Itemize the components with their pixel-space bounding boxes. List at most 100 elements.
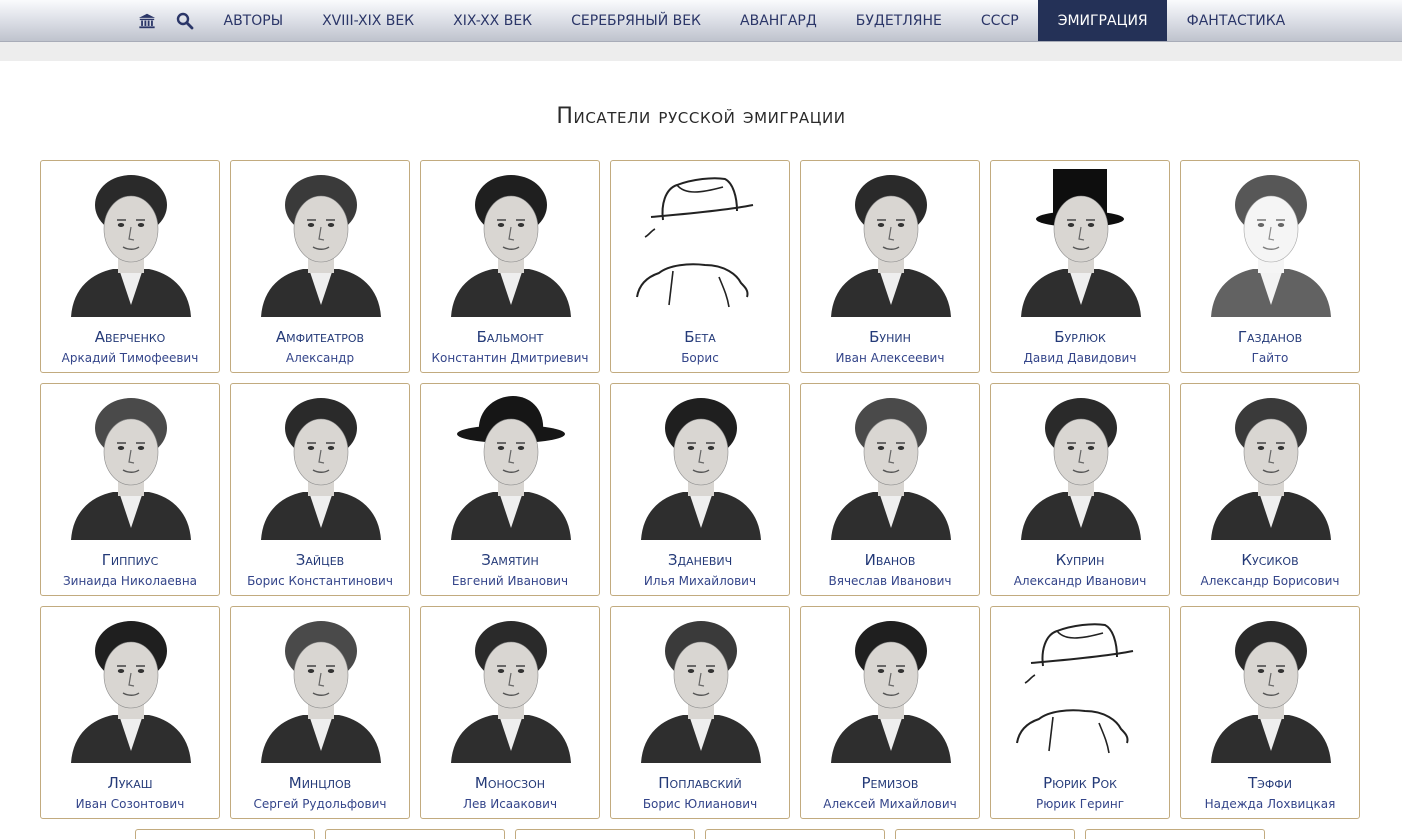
writer-portrait[interactable] [1203,611,1339,763]
writer-portrait[interactable] [1013,388,1149,540]
writer-firstname-link[interactable]: Евгений Иванович [421,574,599,588]
writer-card[interactable]: Тэффи Надежда Лохвицкая [1180,606,1360,819]
writer-surname-link[interactable]: Амфитеатров [231,328,409,346]
writer-portrait[interactable] [443,611,579,763]
writer-portrait[interactable] [253,165,389,317]
nav-item[interactable]: ЭМИГРАЦИЯ [1038,0,1168,41]
nav-item[interactable]: АВТОРЫ [204,0,303,41]
writer-surname-link[interactable]: Бунин [801,328,979,346]
card-partial[interactable] [895,829,1075,839]
writer-surname-link[interactable]: Моносзон [421,774,599,792]
search-icon[interactable] [166,0,204,41]
writer-portrait[interactable] [633,611,769,763]
writer-firstname-link[interactable]: Давид Давидович [991,351,1169,365]
writer-card[interactable]: Газданов Гайто [1180,160,1360,373]
writer-card[interactable]: Кусиков Александр Борисович [1180,383,1360,596]
card-partial[interactable] [325,829,505,839]
writer-surname-link[interactable]: Кусиков [1181,551,1359,569]
writer-card[interactable]: Ремизов Алексей Михайлович [800,606,980,819]
nav-item[interactable]: СССР [961,0,1038,41]
writer-firstname-link[interactable]: Александр [231,351,409,365]
writer-firstname-link[interactable]: Борис Юлианович [611,797,789,811]
card-partial[interactable] [1085,829,1265,839]
writer-surname-link[interactable]: Зайцев [231,551,409,569]
writer-portrait[interactable] [253,611,389,763]
writer-firstname-link[interactable]: Зинаида Николаевна [41,574,219,588]
writer-firstname-link[interactable]: Гайто [1181,351,1359,365]
writer-card[interactable]: Рюрик Рок Рюрик Геринг [990,606,1170,819]
card-partial[interactable] [515,829,695,839]
writer-card[interactable]: Бурлюк Давид Давидович [990,160,1170,373]
writer-card[interactable]: Куприн Александр Иванович [990,383,1170,596]
writer-firstname-link[interactable]: Аркадий Тимофеевич [41,351,219,365]
writer-firstname-link[interactable]: Рюрик Геринг [991,797,1169,811]
writer-portrait[interactable] [253,388,389,540]
writer-surname-link[interactable]: Гиппиус [41,551,219,569]
writer-card[interactable]: Бета Борис [610,160,790,373]
writer-portrait[interactable] [443,388,579,540]
nav-item[interactable]: XVIII-XIX ВЕК [303,0,434,41]
writer-portrait[interactable] [1203,388,1339,540]
writer-card[interactable]: Гиппиус Зинаида Николаевна [40,383,220,596]
writer-card[interactable]: Иванов Вячеслав Иванович [800,383,980,596]
nav-item[interactable]: БУДЕТЛЯНЕ [836,0,961,41]
writer-card[interactable]: Лукаш Иван Созонтович [40,606,220,819]
writer-portrait[interactable] [63,611,199,763]
writer-card[interactable]: Зайцев Борис Константинович [230,383,410,596]
card-partial[interactable] [135,829,315,839]
writer-card[interactable]: Бунин Иван Алексеевич [800,160,980,373]
writer-portrait[interactable] [823,388,959,540]
writer-portrait[interactable] [63,388,199,540]
writer-surname-link[interactable]: Тэффи [1181,774,1359,792]
writer-surname-link[interactable]: Лукаш [41,774,219,792]
museum-icon[interactable] [128,0,166,41]
writer-surname-link[interactable]: Куприн [991,551,1169,569]
writer-card[interactable]: Поплавский Борис Юлианович [610,606,790,819]
writer-firstname-link[interactable]: Алексей Михайлович [801,797,979,811]
writer-surname-link[interactable]: Иванов [801,551,979,569]
writer-firstname-link[interactable]: Борис Константинович [231,574,409,588]
nav-item[interactable]: XIX-XX ВЕК [434,0,552,41]
writer-portrait[interactable] [1013,165,1149,317]
writer-card[interactable]: Минцлов Сергей Рудольфович [230,606,410,819]
writer-card[interactable]: Моносзон Лев Исаакович [420,606,600,819]
nav-item[interactable]: СЕРЕБРЯНЫЙ ВЕК [552,0,721,41]
writer-card[interactable]: Аверченко Аркадий Тимофеевич [40,160,220,373]
writer-portrait[interactable] [1203,165,1339,317]
writer-firstname-link[interactable]: Вячеслав Иванович [801,574,979,588]
writer-surname-link[interactable]: Бальмонт [421,328,599,346]
writer-firstname-link[interactable]: Надежда Лохвицкая [1181,797,1359,811]
writer-surname-link[interactable]: Аверченко [41,328,219,346]
writer-surname-link[interactable]: Газданов [1181,328,1359,346]
writer-portrait[interactable] [443,165,579,317]
writer-firstname-link[interactable]: Сергей Рудольфович [231,797,409,811]
writer-portrait[interactable] [633,388,769,540]
writer-portrait[interactable] [63,165,199,317]
nav-item[interactable]: ФАНТАСТИКА [1167,0,1305,41]
writer-card[interactable]: Зданевич Илья Михайлович [610,383,790,596]
writer-surname-link[interactable]: Замятин [421,551,599,569]
writer-firstname-link[interactable]: Иван Алексеевич [801,351,979,365]
writer-firstname-link[interactable]: Александр Иванович [991,574,1169,588]
writer-surname-link[interactable]: Рюрик Рок [991,774,1169,792]
writer-surname-link[interactable]: Бета [611,328,789,346]
writer-surname-link[interactable]: Минцлов [231,774,409,792]
writer-firstname-link[interactable]: Константин Дмитриевич [421,351,599,365]
writer-surname-link[interactable]: Ремизов [801,774,979,792]
writer-portrait[interactable] [1013,611,1149,763]
writer-card[interactable]: Замятин Евгений Иванович [420,383,600,596]
writer-surname-link[interactable]: Бурлюк [991,328,1169,346]
nav-item[interactable]: АВАНГАРД [721,0,837,41]
writer-firstname-link[interactable]: Борис [611,351,789,365]
writer-card[interactable]: Бальмонт Константин Дмитриевич [420,160,600,373]
card-partial[interactable] [705,829,885,839]
writer-surname-link[interactable]: Поплавский [611,774,789,792]
writer-portrait[interactable] [823,611,959,763]
writer-firstname-link[interactable]: Иван Созонтович [41,797,219,811]
writer-firstname-link[interactable]: Лев Исаакович [421,797,599,811]
writer-portrait[interactable] [633,165,769,317]
writer-portrait[interactable] [823,165,959,317]
writer-firstname-link[interactable]: Александр Борисович [1181,574,1359,588]
writer-firstname-link[interactable]: Илья Михайлович [611,574,789,588]
writer-card[interactable]: Амфитеатров Александр [230,160,410,373]
